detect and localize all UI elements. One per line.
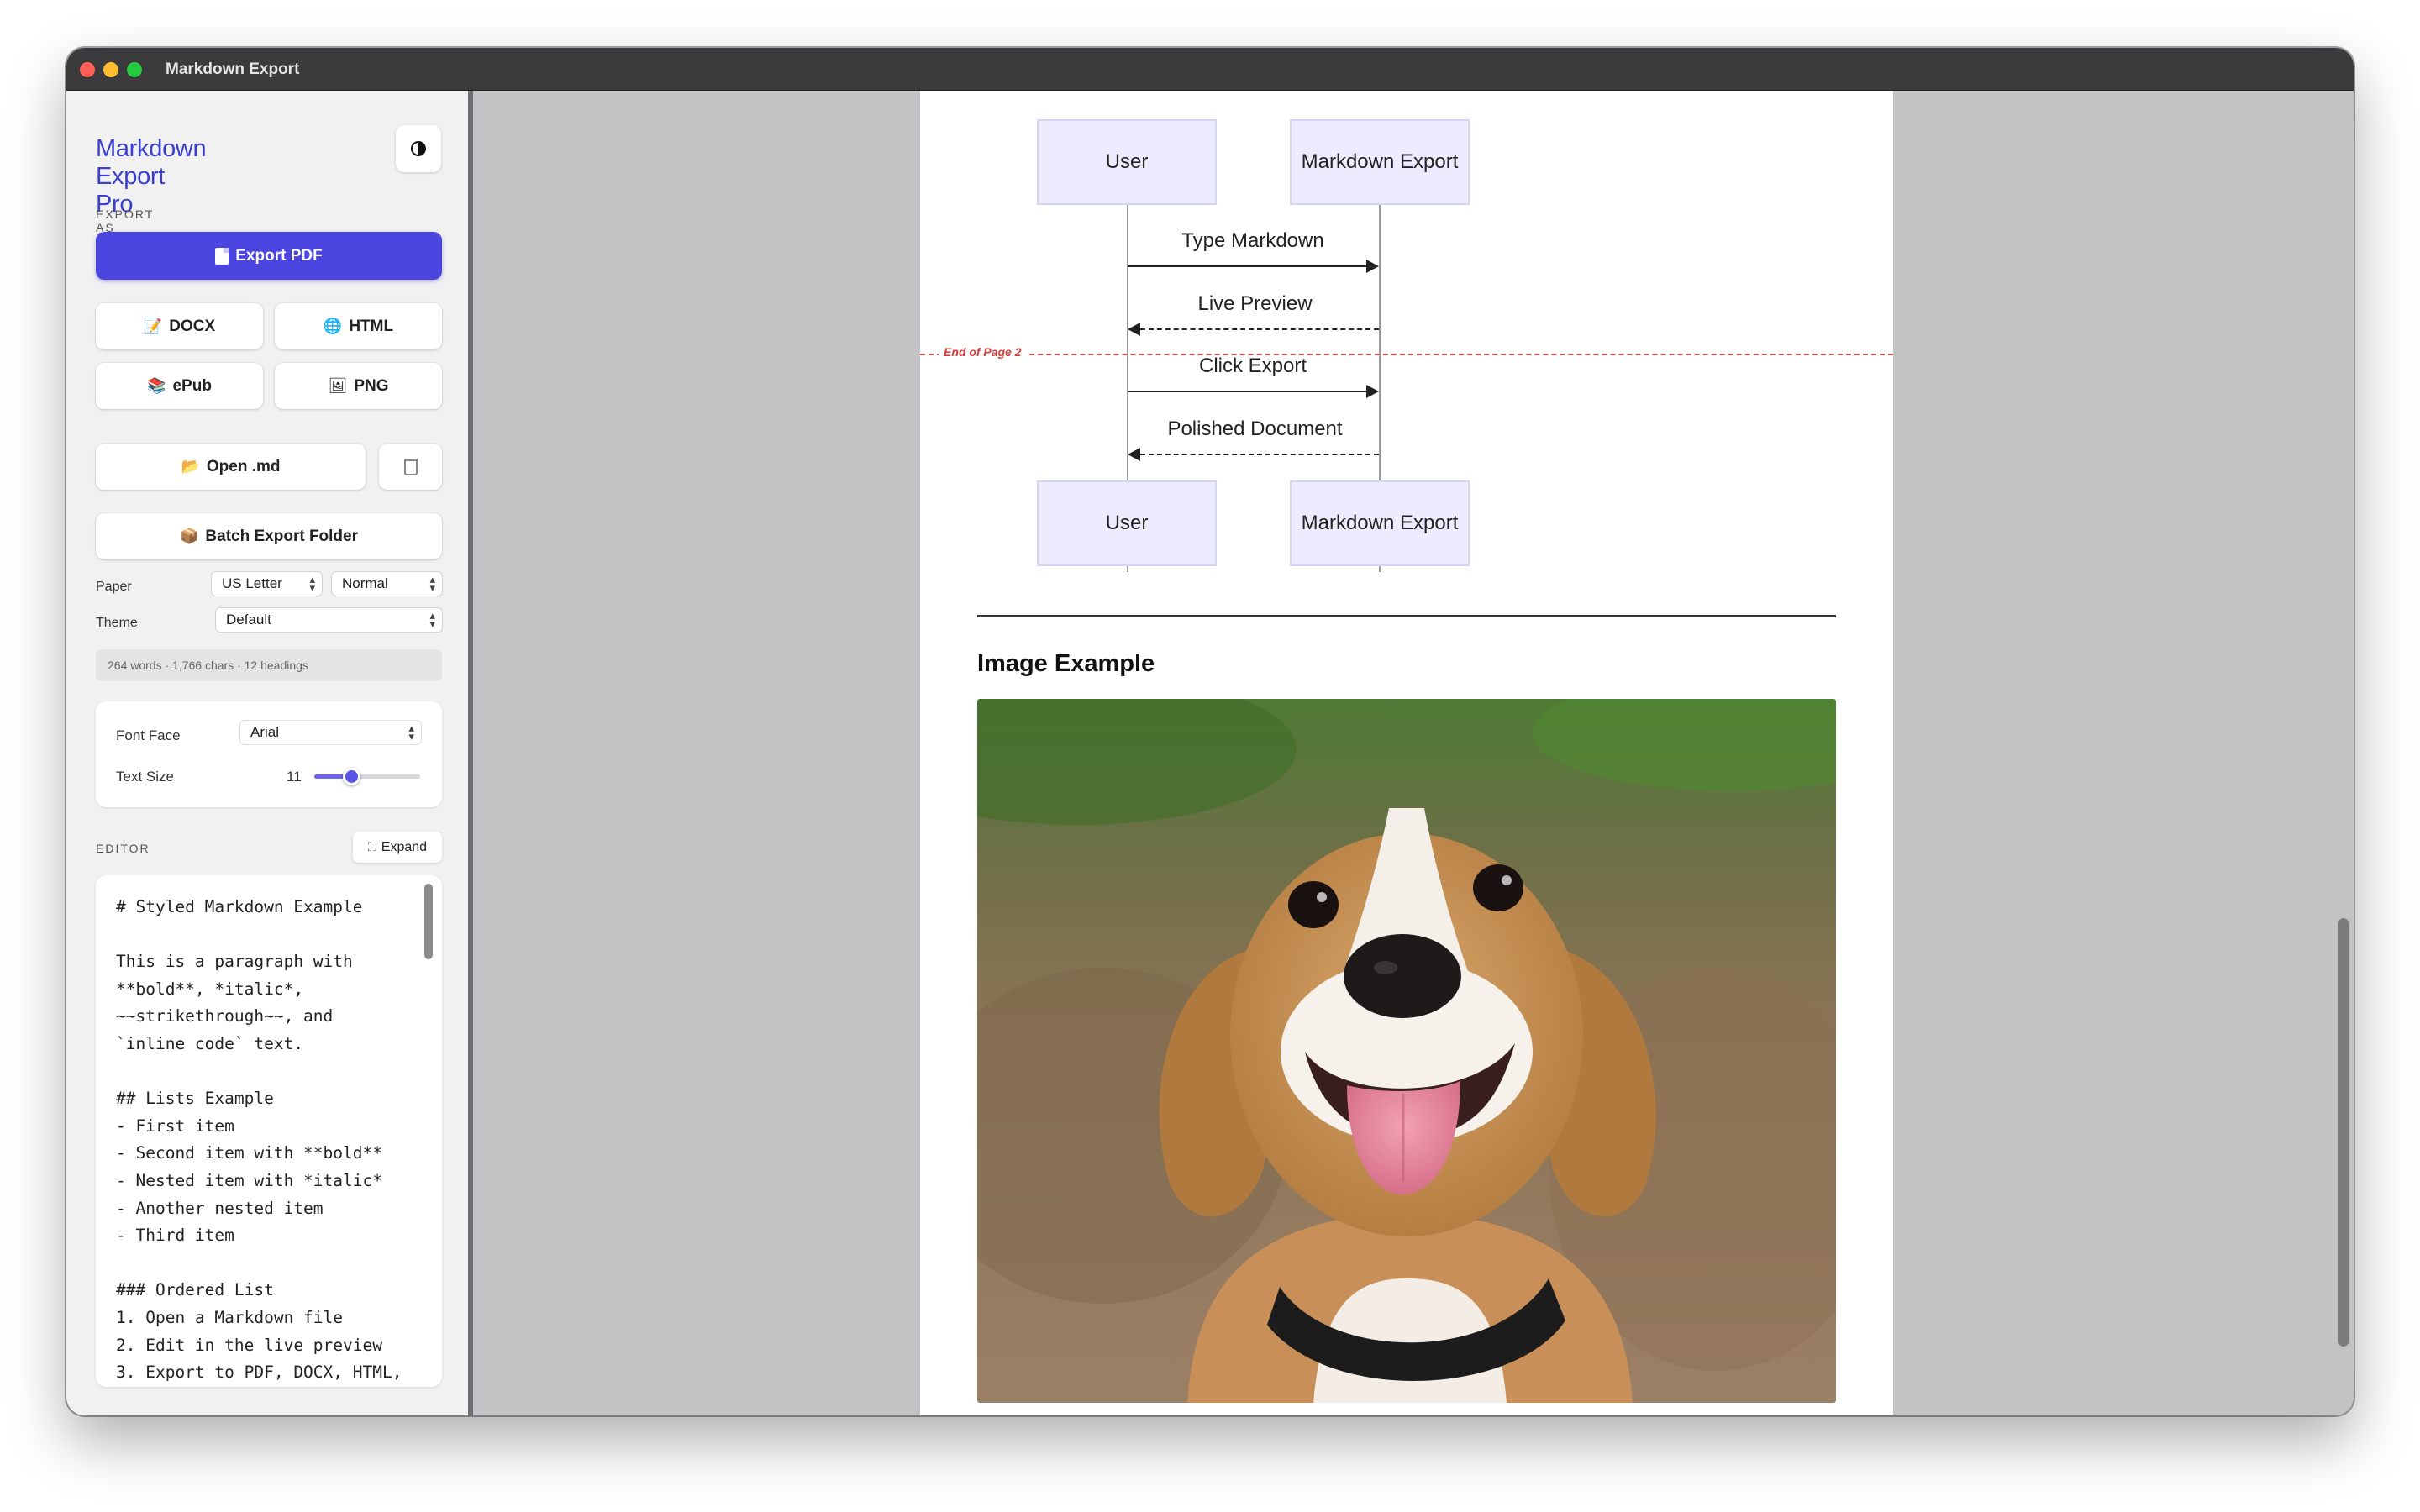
chevron-updown-icon: ▴ ▾ — [408, 722, 414, 743]
participant-user-bottom: User — [1037, 480, 1217, 566]
message-arrow-dashed — [1140, 454, 1379, 455]
font-settings-card: Font Face Arial ▴ ▾ Text Size 11 — [96, 701, 442, 807]
title-bar: Markdown Export — [66, 48, 2354, 91]
package-icon: 📦 — [180, 528, 199, 544]
text-size-value: 11 — [287, 769, 302, 785]
export-pdf-button[interactable]: Export PDF — [96, 232, 442, 280]
paper-size-select[interactable]: US Letter ▴ ▾ — [212, 572, 322, 596]
page-break-line — [920, 354, 1893, 355]
expand-label: Expand — [381, 839, 428, 854]
png-label: PNG — [354, 376, 389, 395]
message-arrow — [1128, 265, 1367, 267]
message-label: Type Markdown — [1181, 229, 1324, 252]
dog-photo — [977, 699, 1836, 1403]
arrowhead — [1128, 323, 1140, 336]
font-face-select[interactable]: Arial ▴ ▾ — [240, 721, 421, 744]
app-title-text: Markdown Export Pro — [96, 135, 207, 218]
close-window-button[interactable] — [80, 62, 95, 77]
document-icon — [215, 247, 229, 265]
paper-margin-select[interactable]: Normal ▴ ▾ — [332, 572, 442, 596]
text-size-slider[interactable] — [314, 768, 420, 785]
export-pdf-label: Export PDF — [235, 246, 323, 265]
participant-user-top: User — [1037, 119, 1217, 205]
contrast-icon — [411, 141, 426, 156]
expand-icon: ⛶ — [367, 840, 376, 853]
export-section-label: EXPORT AS — [96, 207, 155, 234]
export-epub-button[interactable]: 📚 ePub — [96, 363, 263, 409]
minimize-window-button[interactable] — [103, 62, 118, 77]
font-face-value: Arial — [250, 724, 280, 740]
editor-content[interactable]: # Styled Markdown Example This is a para… — [116, 894, 418, 1387]
message-arrow — [1128, 391, 1367, 392]
document-stats: 264 words · 1,766 chars · 12 headings — [96, 649, 442, 681]
chevron-updown-icon: ▴ ▾ — [429, 573, 435, 594]
slider-thumb[interactable] — [343, 768, 361, 785]
participant-export-top: Markdown Export — [1290, 119, 1470, 205]
open-md-label: Open .md — [206, 457, 281, 475]
font-face-label: Font Face — [116, 727, 181, 743]
theme-label: Theme — [96, 616, 138, 630]
maximize-window-button[interactable] — [127, 62, 142, 77]
theme-value: Default — [226, 612, 271, 627]
chevron-updown-icon: ▴ ▾ — [309, 573, 315, 594]
paper-label: Paper — [96, 580, 132, 594]
globe-icon: 🌐 — [323, 318, 343, 334]
arrowhead — [1128, 448, 1140, 461]
horizontal-rule — [977, 615, 1836, 617]
participant-export-bottom: Markdown Export — [1290, 480, 1470, 566]
theme-select[interactable]: Default ▴ ▾ — [216, 608, 442, 632]
paper-size-value: US Letter — [222, 575, 282, 591]
arrowhead — [1366, 260, 1379, 273]
message-label: Click Export — [1198, 354, 1307, 377]
batch-export-button[interactable]: 📦 Batch Export Folder — [96, 513, 442, 559]
editor-scrollbar[interactable] — [424, 884, 433, 959]
dog-illustration — [977, 699, 1836, 1403]
batch-export-label: Batch Export Folder — [205, 527, 358, 545]
markdown-editor[interactable]: # Styled Markdown Example This is a para… — [96, 875, 442, 1387]
arrowhead — [1366, 385, 1379, 398]
export-html-button[interactable]: 🌐 HTML — [275, 303, 442, 349]
chevron-updown-icon: ▴ ▾ — [429, 609, 435, 630]
export-docx-button[interactable]: 📝 DOCX — [96, 303, 263, 349]
expand-editor-button[interactable]: ⛶ Expand — [353, 832, 442, 863]
message-label: Polished Document — [1167, 417, 1343, 440]
memo-icon: 📝 — [143, 318, 163, 334]
theme-toggle-button[interactable] — [396, 125, 441, 172]
epub-label: ePub — [172, 376, 212, 395]
html-label: HTML — [349, 317, 394, 335]
message-label: Live Preview — [1197, 292, 1313, 315]
window-title: Markdown Export — [166, 60, 300, 78]
preview-scrollbar[interactable] — [2338, 918, 2349, 1347]
clear-button[interactable] — [379, 444, 442, 490]
preview-page: User Markdown Export Type Markdown Live … — [920, 91, 1893, 1415]
message-arrow-dashed — [1140, 328, 1379, 330]
text-size-label: Text Size — [116, 769, 174, 785]
page-break-label: End of Page 2 — [939, 345, 1027, 359]
picture-icon: 🖼 — [328, 377, 348, 394]
export-png-button[interactable]: 🖼 PNG — [275, 363, 442, 409]
image-heading: Image Example — [977, 650, 1155, 677]
paper-margin-value: Normal — [342, 575, 388, 591]
app-window: Markdown Export Markdown Export Pro EXPO… — [66, 48, 2354, 1415]
books-icon: 📚 — [147, 377, 166, 394]
open-md-button[interactable]: 📂 Open .md — [96, 444, 366, 490]
editor-section-label: EDITOR — [96, 842, 150, 855]
folder-icon: 📂 — [181, 458, 200, 475]
trash-icon — [403, 458, 418, 475]
docx-label: DOCX — [169, 317, 216, 335]
